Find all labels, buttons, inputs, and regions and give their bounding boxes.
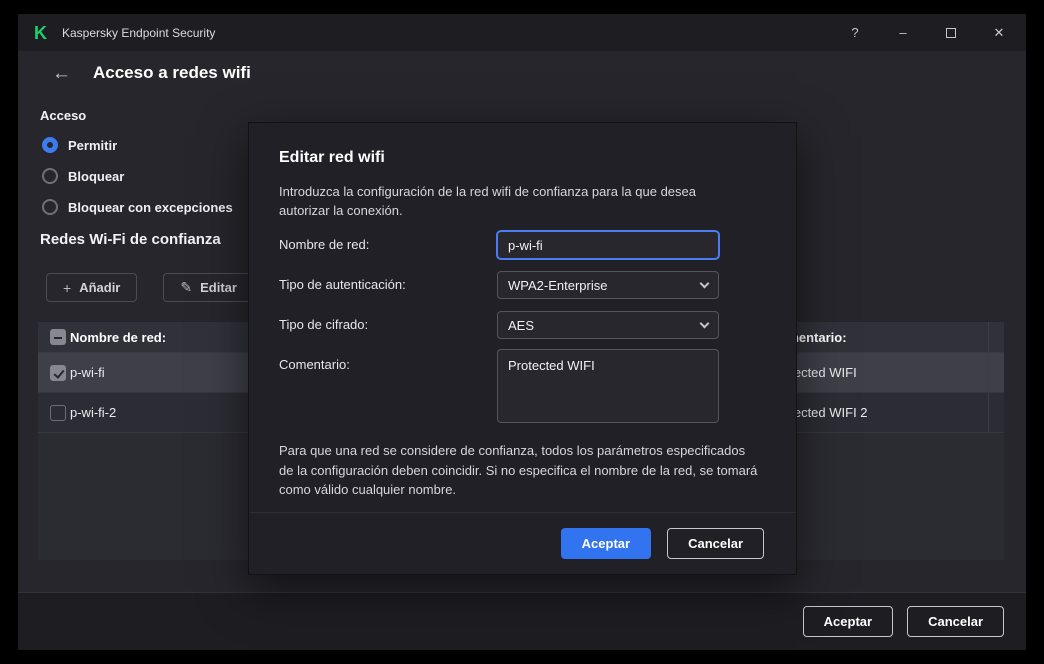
auth-type-value: WPA2-Enterprise [508, 278, 701, 293]
header-check-cell [38, 329, 70, 345]
radio-bloquear-excepciones[interactable]: Bloquear con excepciones [42, 199, 233, 215]
access-section-heading: Acceso [40, 108, 86, 123]
radio-unselected-icon [42, 168, 58, 184]
edit-button[interactable]: ✎ Editar [163, 273, 254, 302]
plus-icon: + [63, 280, 71, 296]
app-title: Kaspersky Endpoint Security [62, 26, 215, 40]
add-button[interactable]: + Añadir [46, 273, 137, 302]
row-checkbox[interactable] [50, 365, 66, 381]
page-header: ← Acceso a redes wifi [52, 63, 251, 83]
field-row-comment: Comentario: Protected WIFI [279, 349, 719, 423]
help-button[interactable]: ? [840, 14, 870, 51]
access-radio-group: Permitir Bloquear Bloquear con excepcion… [42, 137, 233, 215]
back-button[interactable]: ← [52, 64, 71, 83]
comment-label: Comentario: [279, 349, 497, 423]
dialog-accept-button[interactable]: Aceptar [561, 528, 651, 559]
cipher-type-label: Tipo de cifrado: [279, 311, 497, 339]
column-header-comment: Comentario: [770, 330, 988, 345]
trusted-section-heading: Redes Wi-Fi de confianza [40, 231, 221, 248]
cipher-type-select[interactable]: AES [497, 311, 719, 339]
chevron-down-icon [700, 318, 710, 328]
network-name-label: Nombre de red: [279, 231, 497, 259]
network-name-input[interactable] [497, 231, 719, 259]
window-cancel-button[interactable]: Cancelar [907, 606, 1004, 637]
trusted-toolbar: + Añadir ✎ Editar [46, 273, 254, 302]
radio-permitir[interactable]: Permitir [42, 137, 233, 153]
table-scrollbar-gutter [988, 393, 1004, 432]
minimize-button[interactable]: – [888, 14, 918, 51]
table-scrollbar-gutter [988, 353, 1004, 392]
maximize-button[interactable] [936, 14, 966, 51]
select-all-checkbox[interactable] [50, 329, 66, 345]
edit-wifi-dialog: Editar red wifi Introduzca la configurac… [248, 122, 797, 575]
edit-button-label: Editar [200, 280, 237, 295]
radio-label: Bloquear con excepciones [68, 200, 233, 215]
auth-type-select[interactable]: WPA2-Enterprise [497, 271, 719, 299]
minimize-icon: – [899, 25, 906, 40]
page-title: Acceso a redes wifi [93, 63, 251, 83]
row-checkbox[interactable] [50, 405, 66, 421]
row-check-cell [38, 365, 70, 381]
close-icon: ✕ [994, 25, 1005, 41]
chevron-down-icon [700, 278, 710, 288]
table-scrollbar-gutter [988, 322, 1004, 352]
radio-bloquear[interactable]: Bloquear [42, 168, 233, 184]
dialog-title: Editar red wifi [279, 149, 385, 167]
titlebar: K Kaspersky Endpoint Security ? – ✕ [18, 14, 1026, 51]
row-check-cell [38, 405, 70, 421]
close-button[interactable]: ✕ [984, 14, 1014, 51]
dialog-note: Para que una red se considere de confian… [279, 441, 761, 500]
maximize-icon [946, 28, 956, 38]
radio-selected-icon [42, 137, 58, 153]
dialog-footer: Aceptar Cancelar [249, 512, 796, 574]
row-comment: Protected WIFI [770, 365, 988, 380]
help-icon: ? [851, 25, 858, 40]
radio-label: Permitir [68, 138, 117, 153]
auth-type-label: Tipo de autenticación: [279, 271, 497, 299]
dialog-description: Introduzca la configuración de la red wi… [279, 183, 741, 221]
screen: K Kaspersky Endpoint Security ? – ✕ ← Ac… [0, 0, 1044, 664]
radio-unselected-icon [42, 199, 58, 215]
radio-label: Bloquear [68, 169, 124, 184]
comment-textarea[interactable]: Protected WIFI [497, 349, 719, 423]
field-row-cipher: Tipo de cifrado: AES [279, 311, 719, 339]
cipher-type-value: AES [508, 318, 701, 333]
row-comment: Protected WIFI 2 [770, 405, 988, 420]
field-row-auth: Tipo de autenticación: WPA2-Enterprise [279, 271, 719, 299]
window-footer: Aceptar Cancelar [18, 592, 1026, 650]
dialog-cancel-button[interactable]: Cancelar [667, 528, 764, 559]
window-accept-button[interactable]: Aceptar [803, 606, 893, 637]
pencil-icon: ✎ [180, 279, 192, 296]
kaspersky-logo-icon: K [34, 24, 52, 42]
field-row-name: Nombre de red: [279, 231, 719, 259]
add-button-label: Añadir [79, 280, 120, 295]
